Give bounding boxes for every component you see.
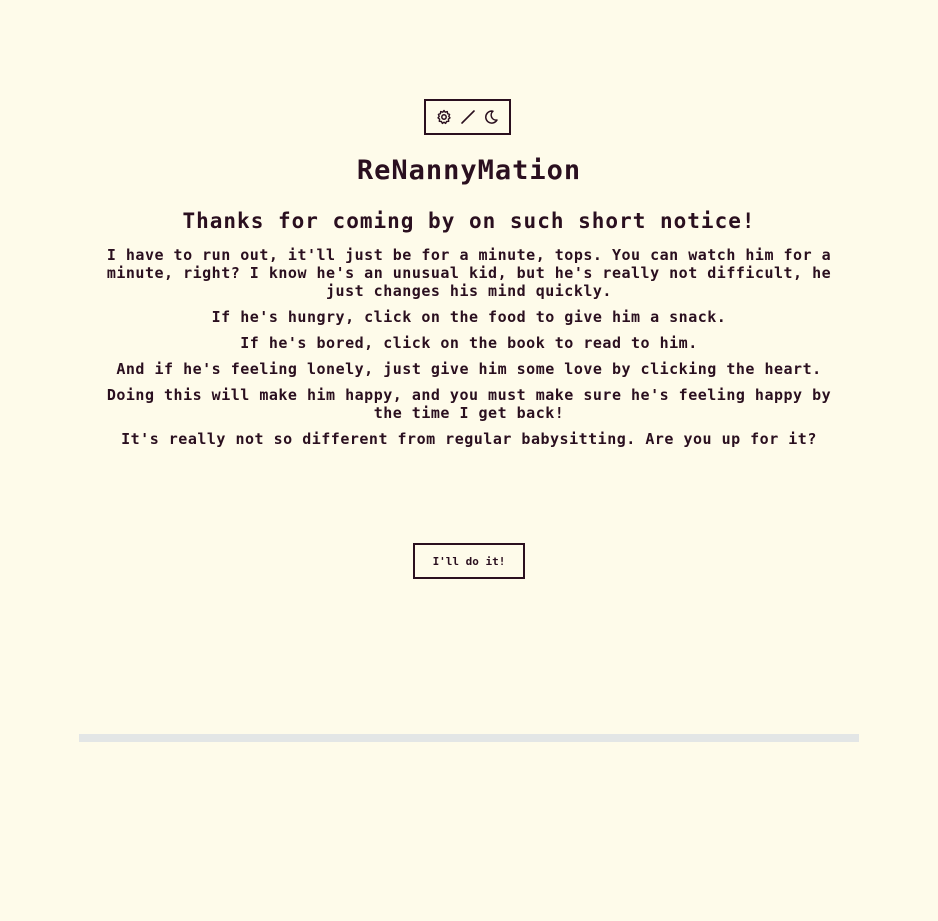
- start-button[interactable]: I'll do it!: [413, 543, 525, 579]
- draw-button[interactable]: [458, 107, 478, 127]
- intro-text: I have to run out, it'll just be for a m…: [105, 246, 833, 456]
- gear-icon: [437, 109, 451, 125]
- intro-paragraph: It's really not so different from regula…: [121, 430, 817, 448]
- page: ReNannyMation Thanks for coming by on su…: [0, 0, 938, 921]
- intro-heading: Thanks for coming by on such short notic…: [182, 209, 756, 233]
- moon-icon: [485, 110, 498, 124]
- divider: [79, 734, 859, 742]
- intro-paragraph: If he's hungry, click on the food to giv…: [211, 308, 727, 326]
- dark-mode-button[interactable]: [481, 107, 501, 127]
- intro-paragraph: I have to run out, it'll just be for a m…: [106, 246, 832, 300]
- settings-button[interactable]: [434, 107, 454, 127]
- brush-icon: [460, 110, 475, 124]
- toolbar: [424, 99, 511, 135]
- intro-paragraph: And if he's feeling lonely, just give hi…: [116, 360, 822, 378]
- intro-paragraph: Doing this will make him happy, and you …: [106, 386, 832, 422]
- intro-paragraph: If he's bored, click on the book to read…: [240, 334, 698, 352]
- app-title: ReNannyMation: [356, 155, 582, 186]
